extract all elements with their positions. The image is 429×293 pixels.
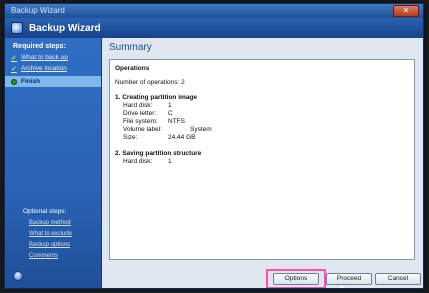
step-label: What to back up — [21, 54, 68, 61]
close-button[interactable]: ✕ — [393, 5, 419, 17]
op1-value: 1 — [168, 102, 172, 109]
check-icon: ✔ — [11, 54, 17, 62]
optional-step-comments[interactable]: Comments — [5, 251, 101, 262]
check-icon: ✔ — [11, 65, 17, 73]
op1-label: Drive letter: — [123, 110, 157, 117]
options-button[interactable]: Options — [273, 273, 319, 285]
summary-panel: Operations Number of operations: 2 1. Cr… — [109, 59, 415, 260]
proceed-button[interactable]: Proceed — [326, 273, 372, 285]
step-archive-location[interactable]: ✔ Archive location — [5, 63, 101, 74]
window-title: Backup Wizard — [11, 6, 65, 15]
optional-steps-title: Optional steps: — [23, 208, 67, 215]
op1-value: NTFS — [168, 118, 185, 125]
cancel-button[interactable]: Cancel — [375, 273, 421, 285]
step-what-to-back-up[interactable]: ✔ What to back up — [5, 52, 101, 63]
op1-value: 24.44 GB — [168, 134, 196, 141]
optional-step-backup-options[interactable]: Backup options — [5, 240, 101, 251]
wizard-sidebar: Required steps: ✔ What to back up ✔ Arch… — [5, 38, 102, 288]
required-steps-title: Required steps: — [13, 43, 66, 50]
help-icon[interactable]: ? — [13, 271, 23, 281]
header-title: Backup Wizard — [29, 22, 101, 34]
operation-2-heading: 2. Saving partition structure — [115, 150, 202, 157]
step-label: Finish — [21, 78, 41, 85]
step-label: Archive location — [21, 65, 67, 72]
op1-label: File system: — [123, 118, 158, 125]
operations-count: Number of operations: 2 — [115, 79, 185, 86]
op1-value: C — [168, 110, 173, 117]
backup-icon — [11, 22, 23, 34]
window-titlebar[interactable]: Backup Wizard ✕ — [5, 4, 423, 18]
op2-value: 1 — [168, 158, 172, 165]
op1-label: Hard disk: — [123, 102, 153, 109]
backup-wizard-window: Backup Wizard ✕ Backup Wizard Required s… — [4, 3, 424, 289]
op1-label: Size: — [123, 134, 138, 141]
op1-value: System — [190, 126, 212, 133]
operation-1-heading: 1. Creating partition image — [115, 94, 197, 101]
wizard-header: Backup Wizard — [5, 18, 423, 38]
current-step-icon — [11, 78, 17, 85]
page-title: Summary — [109, 42, 152, 53]
optional-steps: Optional steps: Backup method What to ex… — [5, 208, 101, 262]
op1-label: Volume label: — [123, 126, 163, 133]
optional-step-what-to-exclude[interactable]: What to exclude — [5, 229, 101, 240]
step-finish[interactable]: Finish — [5, 76, 101, 87]
operations-heading: Operations — [115, 65, 150, 72]
op2-label: Hard disk: — [123, 158, 153, 165]
optional-step-backup-method[interactable]: Backup method — [5, 218, 101, 229]
